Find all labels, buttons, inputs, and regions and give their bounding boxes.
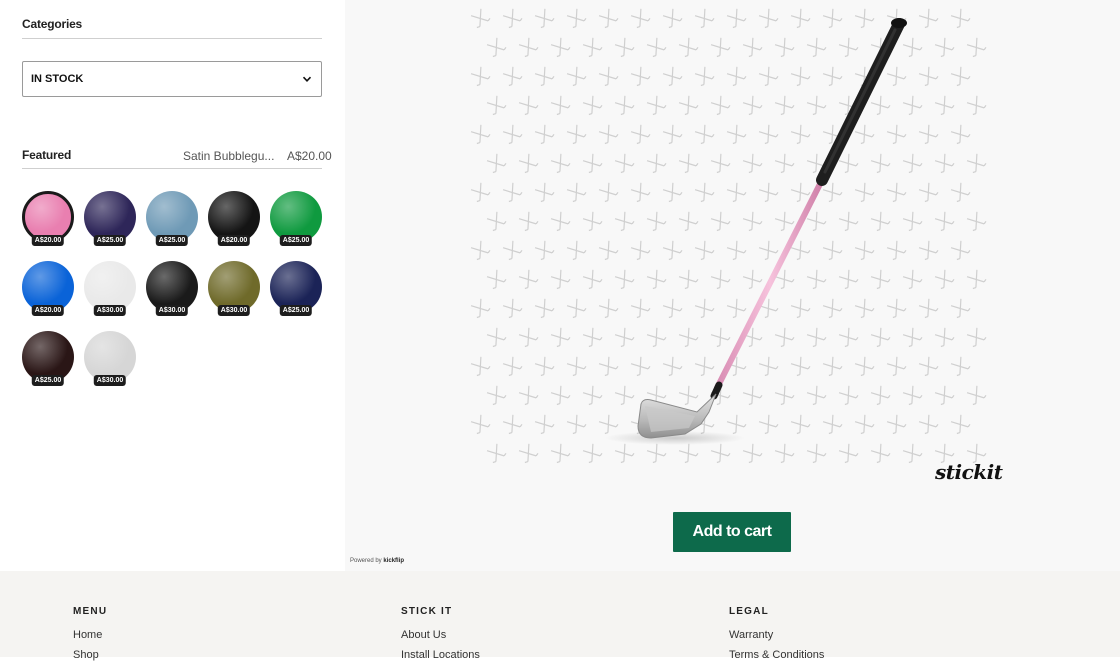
swatch-price: A$25.00 <box>279 235 313 246</box>
footer-column-menu: MENU Home Shop <box>73 606 107 661</box>
product-preview: stickit Add to cart Powered by kickflip <box>345 0 1120 571</box>
swatch-price: A$30.00 <box>155 305 189 316</box>
footer-heading: STICK IT <box>401 606 453 617</box>
color-swatch[interactable]: A$25.00 <box>84 191 136 246</box>
color-swatch-grid: A$20.00 A$25.00 A$25.00 A$20.00 A$25.00 … <box>22 191 332 386</box>
swatch-price: A$20.00 <box>31 235 65 246</box>
powered-by-label: Powered by <box>350 558 382 564</box>
swatch-price: A$25.00 <box>31 375 65 386</box>
category-select[interactable]: IN STOCK <box>22 61 322 97</box>
category-select-value: IN STOCK <box>31 73 84 85</box>
customizer-panel: Categories IN STOCK Featured Satin Bubbl… <box>0 0 345 571</box>
color-swatch[interactable]: A$25.00 <box>146 191 198 246</box>
golf-club-image <box>605 18 907 445</box>
color-swatch[interactable]: A$30.00 <box>84 331 136 386</box>
chevron-down-icon <box>302 76 312 82</box>
swatch-price: A$25.00 <box>155 235 189 246</box>
divider <box>22 38 322 39</box>
color-swatch[interactable]: A$20.00 <box>22 191 74 246</box>
color-swatch[interactable]: A$20.00 <box>208 191 260 246</box>
swatch-price: A$25.00 <box>93 235 127 246</box>
color-swatch[interactable]: A$25.00 <box>270 261 322 316</box>
swatch-price: A$30.00 <box>93 305 127 316</box>
color-swatch[interactable]: A$30.00 <box>84 261 136 316</box>
swatch-price: A$30.00 <box>217 305 251 316</box>
swatch-price: A$30.00 <box>93 375 127 386</box>
footer-heading: MENU <box>73 606 108 617</box>
footer-link[interactable]: Shop <box>73 649 107 661</box>
swatch-price: A$20.00 <box>217 235 251 246</box>
featured-title: Featured <box>22 148 72 162</box>
powered-by-kickflip[interactable]: Powered by kickflip <box>350 558 404 564</box>
color-swatch[interactable]: A$25.00 <box>270 191 322 246</box>
featured-product-name: Satin Bubblegu... <box>183 149 275 163</box>
stickit-logo: stickit <box>935 460 1003 484</box>
footer-link[interactable]: Home <box>73 629 107 641</box>
featured-product-price: A$20.00 <box>287 149 332 163</box>
footer-column-legal: LEGAL Warranty Terms & Conditions <box>729 606 824 661</box>
divider <box>22 168 322 169</box>
color-swatch[interactable]: A$30.00 <box>208 261 260 316</box>
swatch-price: A$25.00 <box>279 305 313 316</box>
footer-column-stick-it: STICK IT About Us Install Locations <box>401 606 480 661</box>
swatch-price: A$20.00 <box>31 305 65 316</box>
add-to-cart-button[interactable]: Add to cart <box>673 512 791 552</box>
footer-link[interactable]: About Us <box>401 629 480 641</box>
color-swatch[interactable]: A$20.00 <box>22 261 74 316</box>
color-swatch[interactable]: A$25.00 <box>22 331 74 386</box>
footer-link[interactable]: Install Locations <box>401 649 480 661</box>
site-footer: MENU Home Shop STICK IT About Us Install… <box>0 571 1120 661</box>
footer-link[interactable]: Terms & Conditions <box>729 649 824 661</box>
kickflip-logo: kickflip <box>383 558 405 564</box>
footer-heading: LEGAL <box>729 606 769 617</box>
footer-link[interactable]: Warranty <box>729 629 824 641</box>
color-swatch[interactable]: A$30.00 <box>146 261 198 316</box>
categories-title: Categories <box>22 17 83 31</box>
